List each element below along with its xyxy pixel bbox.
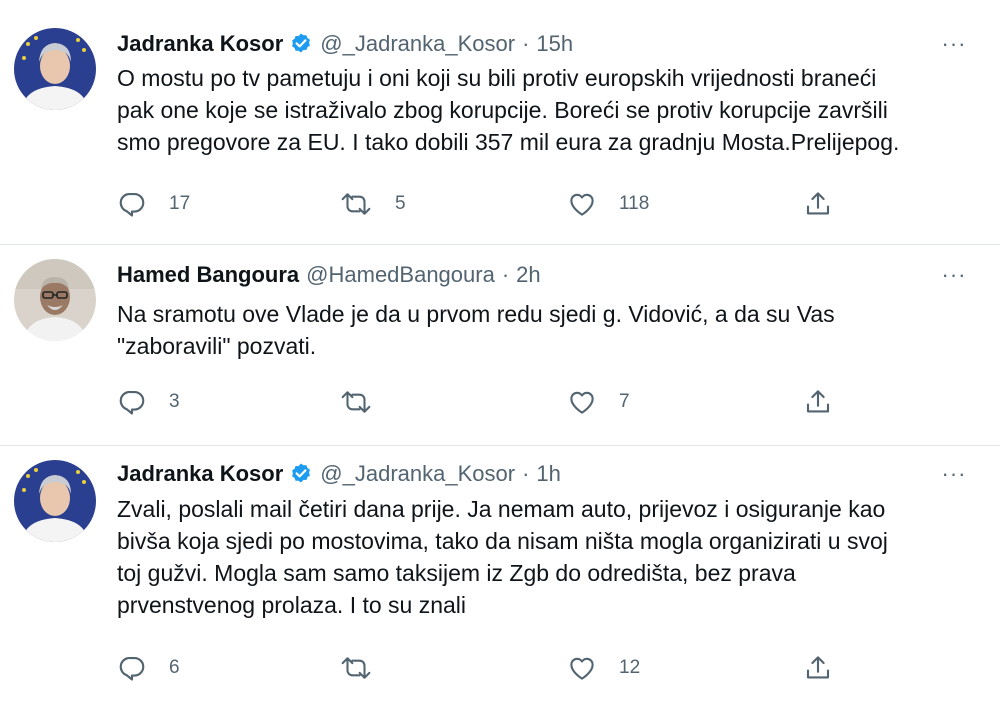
more-options-icon[interactable]: ···	[936, 29, 972, 59]
tweet-header: Jadranka Kosor @_Jadranka_Kosor · 15h	[117, 27, 950, 61]
avatar[interactable]	[14, 259, 96, 341]
tweet-text-line: O mostu po tv pametuju i oni koji su bil…	[117, 65, 877, 91]
share-button[interactable]	[803, 386, 833, 418]
like-button[interactable]: 12	[567, 652, 640, 684]
reply-button[interactable]: 17	[117, 188, 190, 220]
share-button[interactable]	[803, 652, 833, 684]
like-button[interactable]: 7	[567, 386, 630, 418]
tweet-text: Zvali, poslali mail četiri dana prije. J…	[117, 493, 977, 621]
avatar[interactable]	[14, 460, 96, 542]
verified-badge-icon	[292, 33, 311, 53]
tweet[interactable]: Jadranka Kosor @_Jadranka_Kosor · 15h ··…	[0, 0, 1000, 244]
separator-dot: ·	[522, 31, 530, 56]
tweet-text-line: smo pregovore za EU. I tako dobili 357 m…	[117, 129, 900, 155]
reply-button[interactable]: 6	[117, 652, 180, 684]
retweet-icon	[341, 391, 371, 413]
author-name[interactable]: Jadranka Kosor	[117, 31, 283, 57]
retweet-button[interactable]: 5	[339, 188, 406, 220]
separator-dot: ·	[522, 461, 530, 486]
tweet-text-line: Na sramotu ove Vlade je da u prvom redu …	[117, 301, 835, 327]
more-options-icon[interactable]: ···	[936, 459, 972, 489]
author-name[interactable]: Jadranka Kosor	[117, 461, 283, 487]
separator-dot: ·	[501, 262, 510, 287]
reply-count: 17	[169, 193, 191, 214]
tweet-text-line: bivša koja sjedi po mostovima, tako da n…	[117, 528, 888, 554]
author-name[interactable]: Hamed Bangoura	[117, 262, 299, 288]
tweet-text-line: Zvali, poslali mail četiri dana prije. J…	[117, 496, 886, 522]
reply-icon	[119, 192, 145, 217]
tweet-text-line: pak one koje se istraživalo zbog korupci…	[117, 97, 888, 123]
tweet[interactable]: Hamed Bangoura @HamedBangoura · 2h ··· N…	[0, 245, 1000, 445]
author-handle[interactable]: @HamedBangoura	[306, 262, 495, 288]
avatar-image	[14, 259, 96, 341]
like-count: 12	[619, 657, 641, 678]
heart-icon	[570, 193, 594, 216]
tweet-text-line: toj gužvi. Mogla sam samo taksijem iz Zg…	[117, 560, 796, 586]
share-icon	[806, 390, 830, 413]
reply-button[interactable]: 3	[117, 386, 180, 418]
tweet-actions: 3 7	[117, 386, 837, 418]
like-count: 118	[619, 193, 650, 214]
retweet-icon	[341, 193, 371, 215]
avatar[interactable]	[14, 28, 96, 110]
avatar-image	[14, 28, 96, 110]
verified-badge-icon	[292, 463, 311, 483]
tweet-text-line: prvenstvenog prolaza. I to su znali	[117, 592, 467, 618]
tweet-header: Hamed Bangoura @HamedBangoura · 2h	[117, 258, 950, 292]
retweet-button[interactable]	[339, 386, 395, 418]
tweet-text: O mostu po tv pametuju i oni koji su bil…	[117, 62, 977, 158]
share-button[interactable]	[803, 188, 833, 220]
author-handle[interactable]: @_Jadranka_Kosor	[320, 31, 515, 57]
like-count: 7	[619, 391, 630, 412]
reply-count: 6	[169, 657, 180, 678]
tweet-text-line: "zaboravili" pozvati.	[117, 333, 317, 359]
like-button[interactable]: 118	[567, 188, 649, 220]
reply-count: 3	[169, 391, 180, 412]
heart-icon	[570, 657, 594, 680]
heart-icon	[570, 391, 594, 414]
timestamp[interactable]: 1h	[536, 461, 560, 487]
tweet-actions: 17 5 118	[117, 188, 837, 220]
tweet-header: Jadranka Kosor @_Jadranka_Kosor · 1h	[117, 457, 950, 491]
tweet[interactable]: Jadranka Kosor @_Jadranka_Kosor · 1h ···…	[0, 446, 1000, 711]
share-icon	[806, 656, 830, 679]
tweet-actions: 6 12	[117, 652, 837, 684]
retweet-button[interactable]	[339, 652, 395, 684]
avatar-image	[14, 460, 96, 542]
more-options-icon[interactable]: ···	[936, 260, 972, 290]
retweet-count: 5	[395, 193, 406, 214]
timestamp[interactable]: 2h	[516, 262, 540, 288]
reply-icon	[119, 390, 145, 415]
author-handle[interactable]: @_Jadranka_Kosor	[320, 461, 515, 487]
tweet-text: Na sramotu ove Vlade je da u prvom redu …	[117, 298, 977, 362]
share-icon	[806, 192, 830, 215]
reply-icon	[119, 656, 145, 681]
timestamp[interactable]: 15h	[536, 31, 573, 57]
retweet-icon	[341, 657, 371, 679]
